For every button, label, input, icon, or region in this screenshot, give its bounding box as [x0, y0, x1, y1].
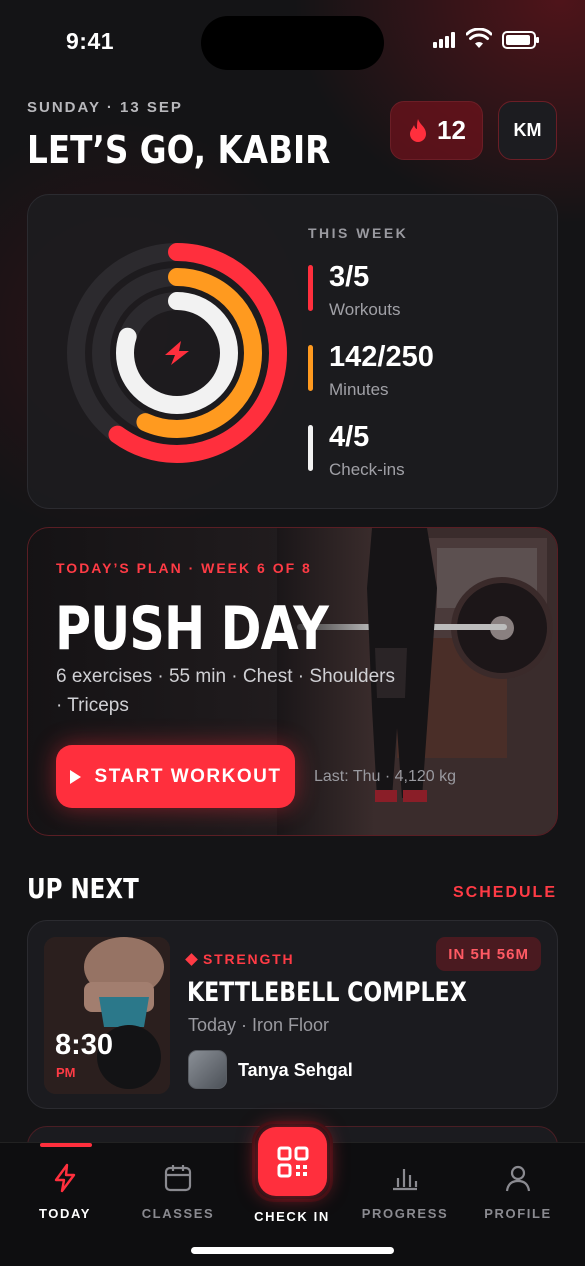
start-workout-label: START WORKOUT [94, 765, 282, 787]
avatar[interactable]: KM [498, 101, 557, 160]
stat-minutes: 142/250 Minutes [308, 341, 528, 403]
stat-workouts: 3/5 Workouts [308, 261, 528, 323]
bolt-icon [165, 341, 189, 365]
tab-bar: TODAY CLASSES CHECK IN PROGRESS PROFILE [0, 1121, 585, 1266]
weekly-progress-card: THIS WEEK 3/5 Workouts 142/250 Minutes 4… [27, 194, 558, 509]
streak-count: 12 [437, 115, 466, 145]
wifi-icon [466, 28, 492, 48]
play-icon [69, 769, 81, 784]
streak-badge[interactable]: 12 [390, 101, 483, 160]
stat-checkins: 4/5 Check-ins [308, 421, 528, 483]
trainer-avatar [188, 1050, 227, 1089]
stat-label: Check-ins [329, 460, 405, 479]
stat-bar [308, 425, 313, 471]
tab-progress[interactable]: PROGRESS [355, 1163, 455, 1221]
dynamic-island [201, 16, 384, 70]
tab-label: PROFILE [484, 1206, 552, 1221]
start-workout-button[interactable]: START WORKOUT [56, 745, 295, 808]
class-ampm: PM [56, 1065, 76, 1080]
battery-icon [502, 31, 539, 49]
stat-bar [308, 265, 313, 311]
bolt-icon [54, 1163, 76, 1193]
tab-profile[interactable]: PROFILE [468, 1163, 568, 1221]
active-tab-indicator [40, 1143, 92, 1147]
plan-title: PUSH DAY [55, 594, 329, 664]
tab-classes[interactable]: CLASSES [128, 1163, 228, 1221]
tab-label: CLASSES [141, 1206, 215, 1221]
countdown-badge: IN 5H 56M [436, 937, 541, 971]
diamond-icon [185, 952, 198, 966]
stat-label: Workouts [329, 300, 401, 319]
flame-icon [410, 118, 427, 142]
stat-value: 142/250 [329, 341, 434, 373]
stat-value: 3/5 [329, 261, 370, 293]
class-category-label: STRENGTH [203, 951, 295, 967]
plan-meta: 6 exercises · 55 min · Chest · Shoulders… [56, 666, 395, 716]
stat-value: 4/5 [329, 421, 370, 453]
trainer-name: Tanya Sehgal [238, 1060, 353, 1080]
stat-bar [308, 345, 313, 391]
stat-label: Minutes [329, 380, 389, 399]
up-next-heading: UP NEXT [27, 872, 139, 905]
status-bar: 9:41 [0, 0, 585, 84]
todays-plan-card[interactable]: TODAY’S PLAN · WEEK 6 OF 8 PUSH DAY 6 ex… [27, 527, 558, 836]
check-in-button[interactable] [252, 1121, 333, 1202]
week-title: THIS WEEK [308, 225, 409, 241]
class-category: STRENGTH [185, 951, 295, 967]
person-icon [505, 1165, 531, 1192]
tab-label: PROGRESS [361, 1206, 449, 1221]
schedule-link[interactable]: SCHEDULE [453, 884, 557, 902]
class-location: Today · Iron Floor [188, 1015, 330, 1035]
qr-icon [277, 1146, 308, 1177]
status-time: 9:41 [66, 28, 115, 54]
last-session-info: Last: Thu · 4,120 kg [314, 768, 457, 785]
greeting-title: LET’S GO, KABIR [27, 128, 331, 172]
activity-rings [67, 243, 287, 463]
date-label: SUNDAY · 13 SEP [27, 99, 183, 116]
check-in-label: CHECK IN [254, 1209, 330, 1224]
home-indicator[interactable] [191, 1247, 394, 1254]
plan-eyebrow: TODAY’S PLAN · WEEK 6 OF 8 [56, 560, 312, 576]
tab-label: TODAY [38, 1206, 92, 1221]
class-time: 8:30 [55, 1029, 114, 1061]
chart-icon [393, 1169, 418, 1191]
tab-today[interactable]: TODAY [15, 1163, 115, 1221]
calendar-icon [164, 1165, 192, 1192]
signal-icon [433, 32, 457, 48]
class-name: KETTLEBELL COMPLEX [187, 977, 467, 1008]
class-card[interactable]: 8:30 PM STRENGTH IN 5H 56M KETTLEBELL CO… [27, 920, 558, 1109]
class-thumbnail: 8:30 PM [44, 937, 170, 1094]
